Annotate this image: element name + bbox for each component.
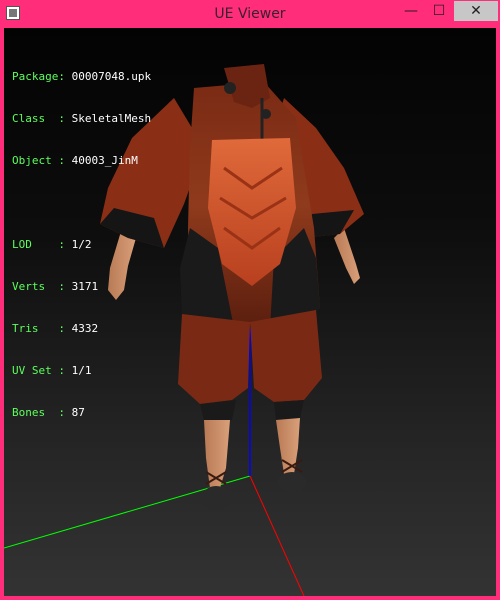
- info-value: SkeletalMesh: [71, 112, 152, 125]
- info-row-object: Object : 40003_JinM: [12, 154, 151, 168]
- stat-row-uvset: UV Set : 1/1: [12, 364, 151, 378]
- maximize-button[interactable]: ☐: [426, 1, 452, 21]
- info-value: 00007048.upk: [71, 70, 152, 83]
- info-spacer: [12, 196, 151, 210]
- stat-row-tris: Tris : 4332: [12, 322, 151, 336]
- stat-row-lod: LOD : 1/2: [12, 238, 151, 252]
- info-row-class: Class : SkeletalMesh: [12, 112, 151, 126]
- mesh-info-panel: Package: 00007048.upk Class : SkeletalMe…: [12, 42, 151, 448]
- stat-value: 1/1: [71, 364, 92, 377]
- info-row-package: Package: 00007048.upk: [12, 70, 151, 84]
- close-button[interactable]: ✕: [454, 1, 498, 21]
- stat-key: UV Set :: [12, 364, 65, 377]
- window-title: UE Viewer: [214, 6, 286, 22]
- stat-value: 3171: [71, 280, 99, 293]
- stat-key: LOD :: [12, 238, 65, 251]
- stat-row-bones: Bones : 87: [12, 406, 151, 420]
- stat-value: 4332: [71, 322, 99, 335]
- minimize-button[interactable]: —: [398, 1, 424, 21]
- stat-value: 1/2: [71, 238, 92, 251]
- info-value: 40003_JinM: [71, 154, 138, 167]
- stat-key: Bones :: [12, 406, 65, 419]
- info-key: Object :: [12, 154, 65, 167]
- axis-x-line: [249, 475, 305, 596]
- stat-key: Tris :: [12, 322, 65, 335]
- info-key: Package:: [12, 70, 65, 83]
- stat-value: 87: [71, 406, 85, 419]
- title-bar[interactable]: UE Viewer — ☐ ✕: [0, 0, 500, 28]
- stat-row-verts: Verts : 3171: [12, 280, 151, 294]
- info-key: Class :: [12, 112, 65, 125]
- stat-key: Verts :: [12, 280, 65, 293]
- app-window: UE Viewer — ☐ ✕ Package: 00007048.upk Cl…: [0, 0, 500, 600]
- 3d-viewport[interactable]: Package: 00007048.upk Class : SkeletalMe…: [4, 28, 496, 596]
